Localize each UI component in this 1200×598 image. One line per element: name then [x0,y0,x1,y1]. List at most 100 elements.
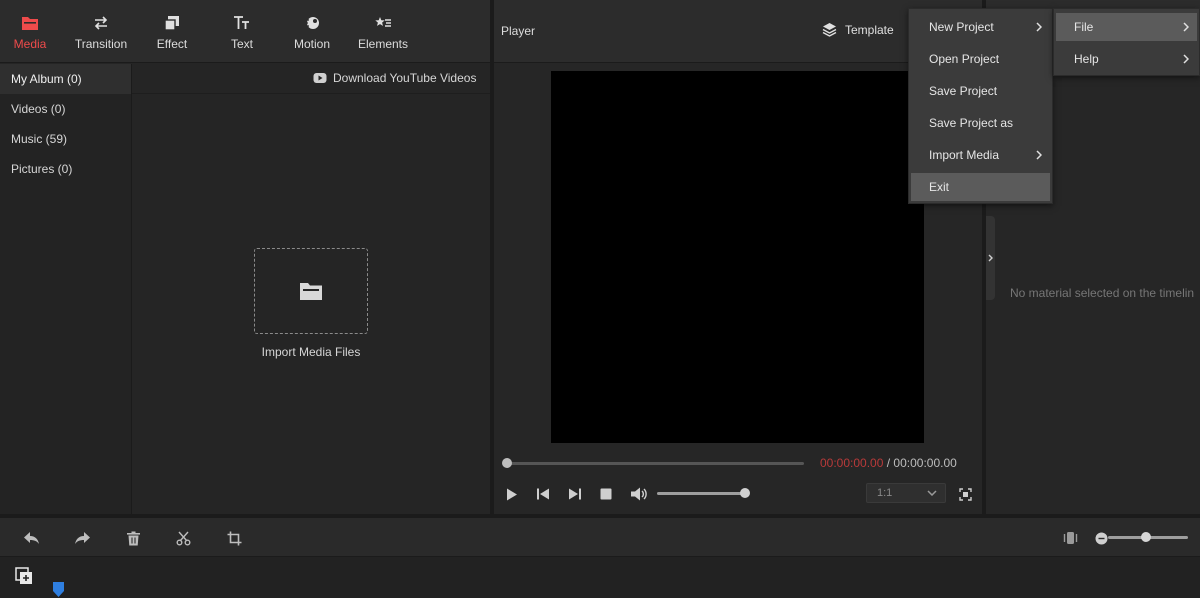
zoom-out-icon [1095,532,1108,545]
divider [132,93,490,94]
tool-motion[interactable]: Motion [286,0,338,62]
tool-transition[interactable]: Transition [70,0,132,62]
aspect-ratio-select[interactable]: 1:1 [866,483,946,503]
swap-arrows-icon [92,14,110,32]
album-item-videos[interactable]: Videos (0) [0,94,131,124]
fullscreen-icon [958,487,972,501]
menu-item-file[interactable]: File [1056,13,1197,41]
tool-text[interactable]: Text [218,0,266,62]
skip-forward-icon [568,488,582,500]
template-button[interactable]: Template [822,22,894,37]
menu-item-label: Help [1074,52,1099,66]
magnet-snap-icon [1063,531,1078,545]
folder-icon [21,14,39,32]
menu-item-open-project[interactable]: Open Project [911,45,1050,73]
stop-button[interactable] [598,486,614,502]
time-current: 00:00:00.00 [820,456,884,470]
tool-label: Media [13,37,47,51]
chevron-right-icon [1036,150,1042,160]
timeline-track-area[interactable] [0,557,1200,598]
menu-item-label: Save Project as [929,116,1014,130]
split-button[interactable] [174,529,192,547]
crop-button[interactable] [225,529,243,547]
redo-button[interactable] [73,529,91,547]
delete-button[interactable] [124,529,142,547]
fullscreen-button[interactable] [957,486,973,502]
tool-label: Text [230,37,253,51]
timeline-playhead[interactable] [52,581,65,598]
play-icon [506,488,518,501]
tool-media[interactable]: Media [0,0,60,62]
folder-icon [299,281,323,301]
album-sidebar: My Album (0) Videos (0) Music (59) Pictu… [0,64,132,514]
empty-properties-message: No material selected on the timelin [1010,286,1195,300]
chevron-right-icon [988,254,993,262]
chevron-right-icon [1036,22,1042,32]
video-preview[interactable] [551,71,924,443]
download-youtube-label: Download YouTube Videos [333,71,477,85]
tool-effect[interactable]: Effect [146,0,198,62]
next-frame-button[interactable] [567,486,583,502]
motion-ball-icon [303,14,321,32]
add-track-button[interactable] [15,567,33,585]
text-icon [233,14,251,32]
time-separator: / [883,456,894,470]
menu-item-label: Open Project [929,52,1000,66]
tool-label: Transition [74,37,128,51]
elements-star-icon [374,14,392,32]
crop-icon [227,531,242,546]
menu-item-save-project-as[interactable]: Save Project as [911,109,1050,137]
redo-icon [74,531,91,545]
layers-icon [822,22,837,37]
volume-slider[interactable] [657,492,745,495]
undo-icon [23,531,40,545]
import-media-dropzone[interactable] [254,248,368,334]
speaker-icon [630,487,648,501]
chevron-right-icon [1183,22,1189,32]
play-button[interactable] [504,486,520,502]
menu-item-label: Exit [929,180,950,194]
time-total: 00:00:00.00 [893,456,957,470]
effect-layers-icon [164,14,180,32]
tool-label: Elements [357,37,409,51]
volume-handle[interactable] [740,488,750,498]
menu-item-label: New Project [929,20,994,34]
chevron-right-icon [1183,54,1189,64]
menu-item-exit[interactable]: Exit [911,173,1050,201]
seek-handle[interactable] [502,458,512,468]
aspect-ratio-value: 1:1 [877,487,893,499]
timeline-zoom-handle[interactable] [1141,532,1151,542]
menu-item-label: File [1074,20,1094,34]
menu-item-new-project[interactable]: New Project [911,13,1050,41]
tool-label: Motion [293,37,331,51]
chevron-down-icon [927,490,937,496]
collapse-panel-handle[interactable] [986,216,995,300]
menu-item-import-media[interactable]: Import Media [911,141,1050,169]
volume-button[interactable] [629,486,649,502]
previous-frame-button[interactable] [535,486,551,502]
tool-elements[interactable]: Elements [352,0,414,62]
menu-item-save-project[interactable]: Save Project [911,77,1050,105]
stop-icon [600,488,612,500]
album-item-my-album[interactable]: My Album (0) [0,64,131,94]
snap-button[interactable] [1061,529,1079,547]
time-readout: 00:00:00.00 / 00:00:00.00 [820,456,957,470]
album-item-music[interactable]: Music (59) [0,124,131,154]
main-toolbar: Media Transition Effect Text Motion Elem… [0,0,490,63]
menu-item-label: Save Project [929,84,998,98]
download-youtube-button[interactable]: Download YouTube Videos [313,70,476,86]
skip-back-icon [536,488,550,500]
player-title: Player [501,24,536,38]
undo-button[interactable] [22,529,40,547]
scissors-icon [176,531,191,546]
album-item-pictures[interactable]: Pictures (0) [0,154,131,184]
youtube-download-icon [313,72,327,84]
seek-bar[interactable] [506,462,804,465]
tool-label: Effect [156,37,188,51]
main-menu: File Help [1053,8,1200,76]
menu-item-help[interactable]: Help [1056,45,1197,73]
import-media-label: Import Media Files [261,345,361,359]
template-label: Template [845,22,894,37]
menu-item-label: Import Media [929,148,1000,162]
trash-icon [126,531,141,546]
